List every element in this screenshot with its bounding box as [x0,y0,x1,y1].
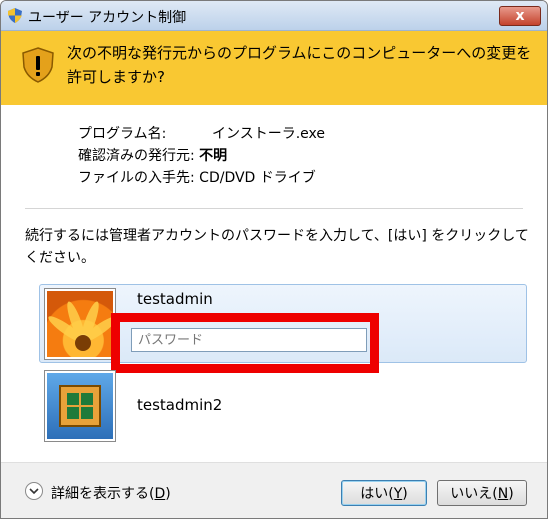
chevron-down-icon [29,488,39,495]
uac-shield-icon [8,8,22,23]
divider [25,208,523,209]
account-name-testadmin2[interactable]: testadmin2 [137,396,222,414]
password-input[interactable] [131,328,367,352]
uac-dialog: ユーザー アカウント制御 x 次の不明な発行元からのプログラムにこのコンピュータ… [0,0,548,519]
file-source-value: CD/DVD ドライブ [199,170,316,186]
chess-board-avatar-icon[interactable] [45,371,115,441]
program-name-value: インストーラ.exe [212,126,326,142]
file-source-row: ファイルの入手先: CD/DVD ドライブ [78,167,316,189]
show-details-link[interactable]: 詳細を表示する(D) [51,483,171,503]
no-button[interactable]: いいえ(N) [437,480,527,506]
window-title: ユーザー アカウント制御 [28,10,187,26]
publisher-row: 確認済みの発行元: 不明 [78,145,316,167]
chess-board-icon [59,385,101,427]
program-name-label: プログラム名: [78,126,167,142]
warning-banner: 次の不明な発行元からのプログラムにこのコンピューターへの変更を許可しますか? [1,31,547,105]
dialog-footer: 詳細を表示する(D) はい(Y) いいえ(N) [1,462,547,518]
flower-petals-icon [48,301,118,351]
publisher-value: 不明 [199,148,228,164]
close-icon: x [515,8,525,24]
banner-message: 次の不明な発行元からのプログラムにこのコンピューターへの変更を許可しますか? [67,44,532,86]
instruction-text: 続行するには管理者アカウントのパスワードを入力して、[はい] をクリックしてくだ… [25,228,529,266]
publisher-label: 確認済みの発行元: [78,148,195,164]
show-details-toggle[interactable] [25,482,43,500]
program-info: プログラム名: インストーラ.exe 確認済みの発行元: 不明 ファイルの入手先… [78,123,325,189]
close-button[interactable]: x [499,6,541,26]
account-name-testadmin: testadmin [137,290,213,308]
program-name-row: プログラム名: インストーラ.exe [78,123,325,145]
flower-avatar-icon [45,289,118,359]
file-source-label: ファイルの入手先: [78,170,195,186]
yes-button[interactable]: はい(Y) [341,480,427,506]
warning-shield-icon [22,47,54,83]
title-bar: ユーザー アカウント制御 x [1,1,547,31]
